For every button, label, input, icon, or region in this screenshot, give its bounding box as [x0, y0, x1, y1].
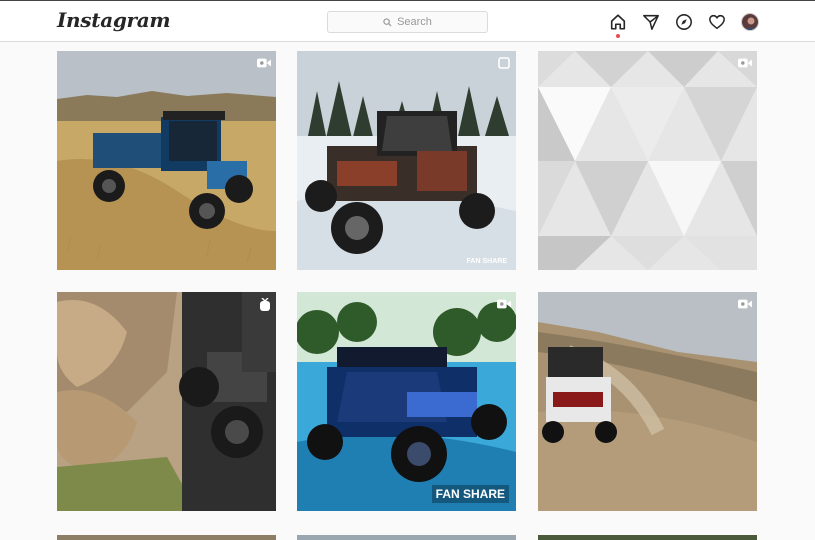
profile-avatar[interactable]	[740, 12, 760, 32]
post-image	[57, 292, 276, 511]
video-icon	[738, 58, 752, 68]
top-nav-bar: Instagram Search	[0, 0, 815, 42]
home-icon[interactable]	[608, 12, 628, 38]
post-image	[297, 535, 516, 540]
igtv-icon	[260, 298, 270, 311]
search-placeholder: Search	[397, 16, 432, 28]
fan-share-label: FAN SHARE	[466, 258, 507, 265]
post-tile[interactable]	[57, 51, 276, 270]
explore-icon[interactable]	[674, 12, 694, 32]
direct-icon[interactable]	[641, 12, 661, 32]
post-image	[297, 51, 516, 270]
search-input[interactable]: Search	[327, 11, 488, 33]
carousel-icon	[498, 57, 510, 69]
post-tile[interactable]	[538, 51, 757, 270]
post-image	[57, 51, 276, 270]
post-tile[interactable]: FAN SHARE	[297, 51, 516, 270]
active-indicator-dot	[616, 34, 620, 38]
post-image	[297, 292, 516, 511]
activity-icon[interactable]	[707, 12, 727, 32]
search-icon	[383, 17, 392, 27]
post-image	[538, 51, 757, 270]
post-tile-partial[interactable]	[297, 531, 516, 540]
post-image	[538, 292, 757, 511]
video-icon	[257, 58, 271, 68]
post-tile[interactable]	[57, 292, 276, 511]
post-tile[interactable]: FAN SHARE	[297, 292, 516, 511]
video-icon	[738, 299, 752, 309]
post-image	[57, 535, 276, 540]
post-tile-partial[interactable]	[57, 531, 276, 540]
instagram-logo[interactable]: Instagram	[57, 8, 171, 32]
fan-share-label: FAN SHARE	[431, 485, 509, 503]
post-image	[538, 535, 757, 540]
post-tile-partial[interactable]	[538, 531, 757, 540]
video-icon	[497, 299, 511, 309]
nav-icons	[608, 12, 760, 38]
post-tile[interactable]	[538, 292, 757, 511]
